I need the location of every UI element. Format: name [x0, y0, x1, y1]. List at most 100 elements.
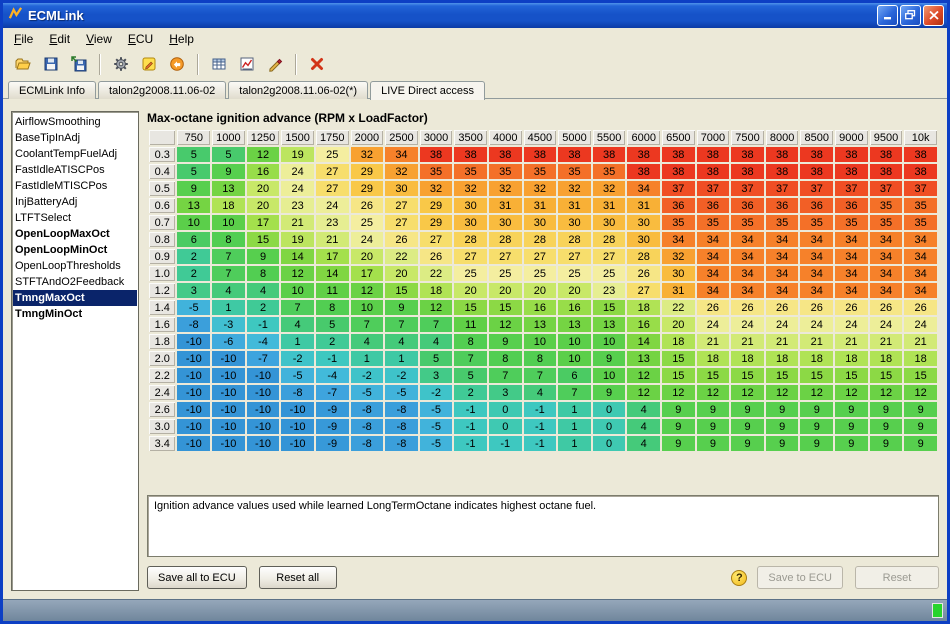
table-cell[interactable]: 22 — [420, 266, 453, 281]
table-cell[interactable]: 34 — [731, 283, 764, 298]
table-cell[interactable]: -10 — [212, 385, 245, 400]
table-cell[interactable]: 7 — [454, 351, 487, 366]
rpm-col-header-1500[interactable]: 1500 — [281, 130, 314, 145]
table-cell[interactable]: 20 — [558, 283, 591, 298]
table-cell[interactable]: 0 — [489, 419, 522, 434]
table-cell[interactable]: 34 — [904, 232, 937, 247]
table-cell[interactable]: 30 — [454, 215, 487, 230]
sidebar-item-stftando2feedback[interactable]: STFTAndO2Feedback — [13, 274, 137, 290]
rpm-col-header-6000[interactable]: 6000 — [627, 130, 660, 145]
load-row-header-3-0[interactable]: 3.0 — [149, 419, 175, 434]
table-cell[interactable]: -9 — [316, 436, 349, 451]
table-cell[interactable]: 13 — [558, 317, 591, 332]
table-cell[interactable]: -2 — [420, 385, 453, 400]
table-cell[interactable]: 30 — [454, 198, 487, 213]
table-cell[interactable]: 12 — [766, 385, 799, 400]
table-cell[interactable]: 7 — [489, 368, 522, 383]
load-row-header-0-3[interactable]: 0.3 — [149, 147, 175, 162]
rpm-col-header-8500[interactable]: 8500 — [800, 130, 833, 145]
table-cell[interactable]: 36 — [800, 198, 833, 213]
table-cell[interactable]: 9 — [697, 419, 730, 434]
table-cell[interactable]: 12 — [835, 385, 868, 400]
table-cell[interactable]: 9 — [766, 419, 799, 434]
table-cell[interactable]: 21 — [731, 334, 764, 349]
table-cell[interactable]: 8 — [454, 334, 487, 349]
table-cell[interactable]: 7 — [420, 317, 453, 332]
table-cell[interactable]: 8 — [489, 351, 522, 366]
table-cell[interactable]: 35 — [800, 215, 833, 230]
table-cell[interactable]: 29 — [351, 164, 384, 179]
table-cell[interactable]: 32 — [593, 181, 626, 196]
table-cell[interactable]: 37 — [731, 181, 764, 196]
table-cell[interactable]: 30 — [662, 266, 695, 281]
load-row-header-0-6[interactable]: 0.6 — [149, 198, 175, 213]
table-cell[interactable]: 9 — [697, 436, 730, 451]
table-cell[interactable]: 31 — [524, 198, 557, 213]
load-row-header-0-7[interactable]: 0.7 — [149, 215, 175, 230]
table-cell[interactable]: 20 — [489, 283, 522, 298]
table-cell[interactable]: 2 — [247, 300, 280, 315]
table-cell[interactable]: 13 — [524, 317, 557, 332]
table-cell[interactable]: 34 — [766, 283, 799, 298]
table-cell[interactable]: 38 — [800, 147, 833, 162]
table-cell[interactable]: -7 — [316, 385, 349, 400]
table-cell[interactable]: -5 — [420, 402, 453, 417]
rpm-col-header-4500[interactable]: 4500 — [524, 130, 557, 145]
table-cell[interactable]: 20 — [247, 181, 280, 196]
table-cell[interactable]: 27 — [420, 232, 453, 247]
table-cell[interactable]: 0 — [489, 402, 522, 417]
table-cell[interactable]: 2 — [316, 334, 349, 349]
load-row-header-3-4[interactable]: 3.4 — [149, 436, 175, 451]
table-cell[interactable]: 35 — [835, 215, 868, 230]
table-cell[interactable]: 4 — [627, 436, 660, 451]
table-cell[interactable]: -10 — [247, 385, 280, 400]
table-cell[interactable]: 0 — [593, 402, 626, 417]
rpm-col-header-2000[interactable]: 2000 — [351, 130, 384, 145]
table-cell[interactable]: 34 — [766, 266, 799, 281]
table-cell[interactable]: -10 — [177, 402, 210, 417]
sidebar-item-openloopthresholds[interactable]: OpenLoopThresholds — [13, 258, 137, 274]
table-cell[interactable]: 34 — [904, 249, 937, 264]
table-cell[interactable]: 18 — [870, 351, 903, 366]
load-row-header-2-6[interactable]: 2.6 — [149, 402, 175, 417]
table-cell[interactable]: 34 — [662, 232, 695, 247]
table-cell[interactable]: 12 — [870, 385, 903, 400]
table-cell[interactable]: 18 — [420, 283, 453, 298]
load-row-header-0-5[interactable]: 0.5 — [149, 181, 175, 196]
table-cell[interactable]: 15 — [247, 232, 280, 247]
save-to-ecu-button[interactable]: Save to ECU — [757, 566, 843, 589]
table-cell[interactable]: -10 — [177, 436, 210, 451]
rpm-col-header-7500[interactable]: 7500 — [731, 130, 764, 145]
table-cell[interactable]: 27 — [385, 198, 418, 213]
table-cell[interactable]: 9 — [731, 436, 764, 451]
table-cell[interactable]: -10 — [177, 334, 210, 349]
table-cell[interactable]: 20 — [454, 283, 487, 298]
table-cell[interactable]: -10 — [212, 419, 245, 434]
table-cell[interactable]: 21 — [870, 334, 903, 349]
rpm-col-header-1750[interactable]: 1750 — [316, 130, 349, 145]
table-cell[interactable]: -8 — [281, 385, 314, 400]
table-cell[interactable]: -10 — [212, 436, 245, 451]
table-cell[interactable]: 9 — [489, 334, 522, 349]
table-cell[interactable]: 24 — [316, 198, 349, 213]
table-cell[interactable]: 31 — [558, 198, 591, 213]
sidebar-item-basetipinadj[interactable]: BaseTipInAdj — [13, 130, 137, 146]
table-cell[interactable]: 25 — [489, 266, 522, 281]
table-cell[interactable]: 27 — [316, 181, 349, 196]
table-cell[interactable]: 38 — [662, 147, 695, 162]
table-cell[interactable]: 9 — [593, 351, 626, 366]
table-cell[interactable]: 9 — [766, 402, 799, 417]
table-cell[interactable]: 15 — [662, 351, 695, 366]
table-cell[interactable]: 38 — [800, 164, 833, 179]
table-cell[interactable]: 6 — [177, 232, 210, 247]
table-cell[interactable]: 20 — [351, 249, 384, 264]
sidebar-item-coolanttempfueladj[interactable]: CoolantTempFuelAdj — [13, 146, 137, 162]
settings-button[interactable] — [108, 52, 133, 77]
rpm-col-header-5000[interactable]: 5000 — [558, 130, 591, 145]
table-cell[interactable]: 24 — [835, 317, 868, 332]
table-cell[interactable]: 22 — [385, 249, 418, 264]
table-cell[interactable]: 10 — [524, 334, 557, 349]
table-cell[interactable]: 9 — [662, 402, 695, 417]
table-cell[interactable]: 0 — [593, 419, 626, 434]
table-cell[interactable]: 3 — [177, 283, 210, 298]
